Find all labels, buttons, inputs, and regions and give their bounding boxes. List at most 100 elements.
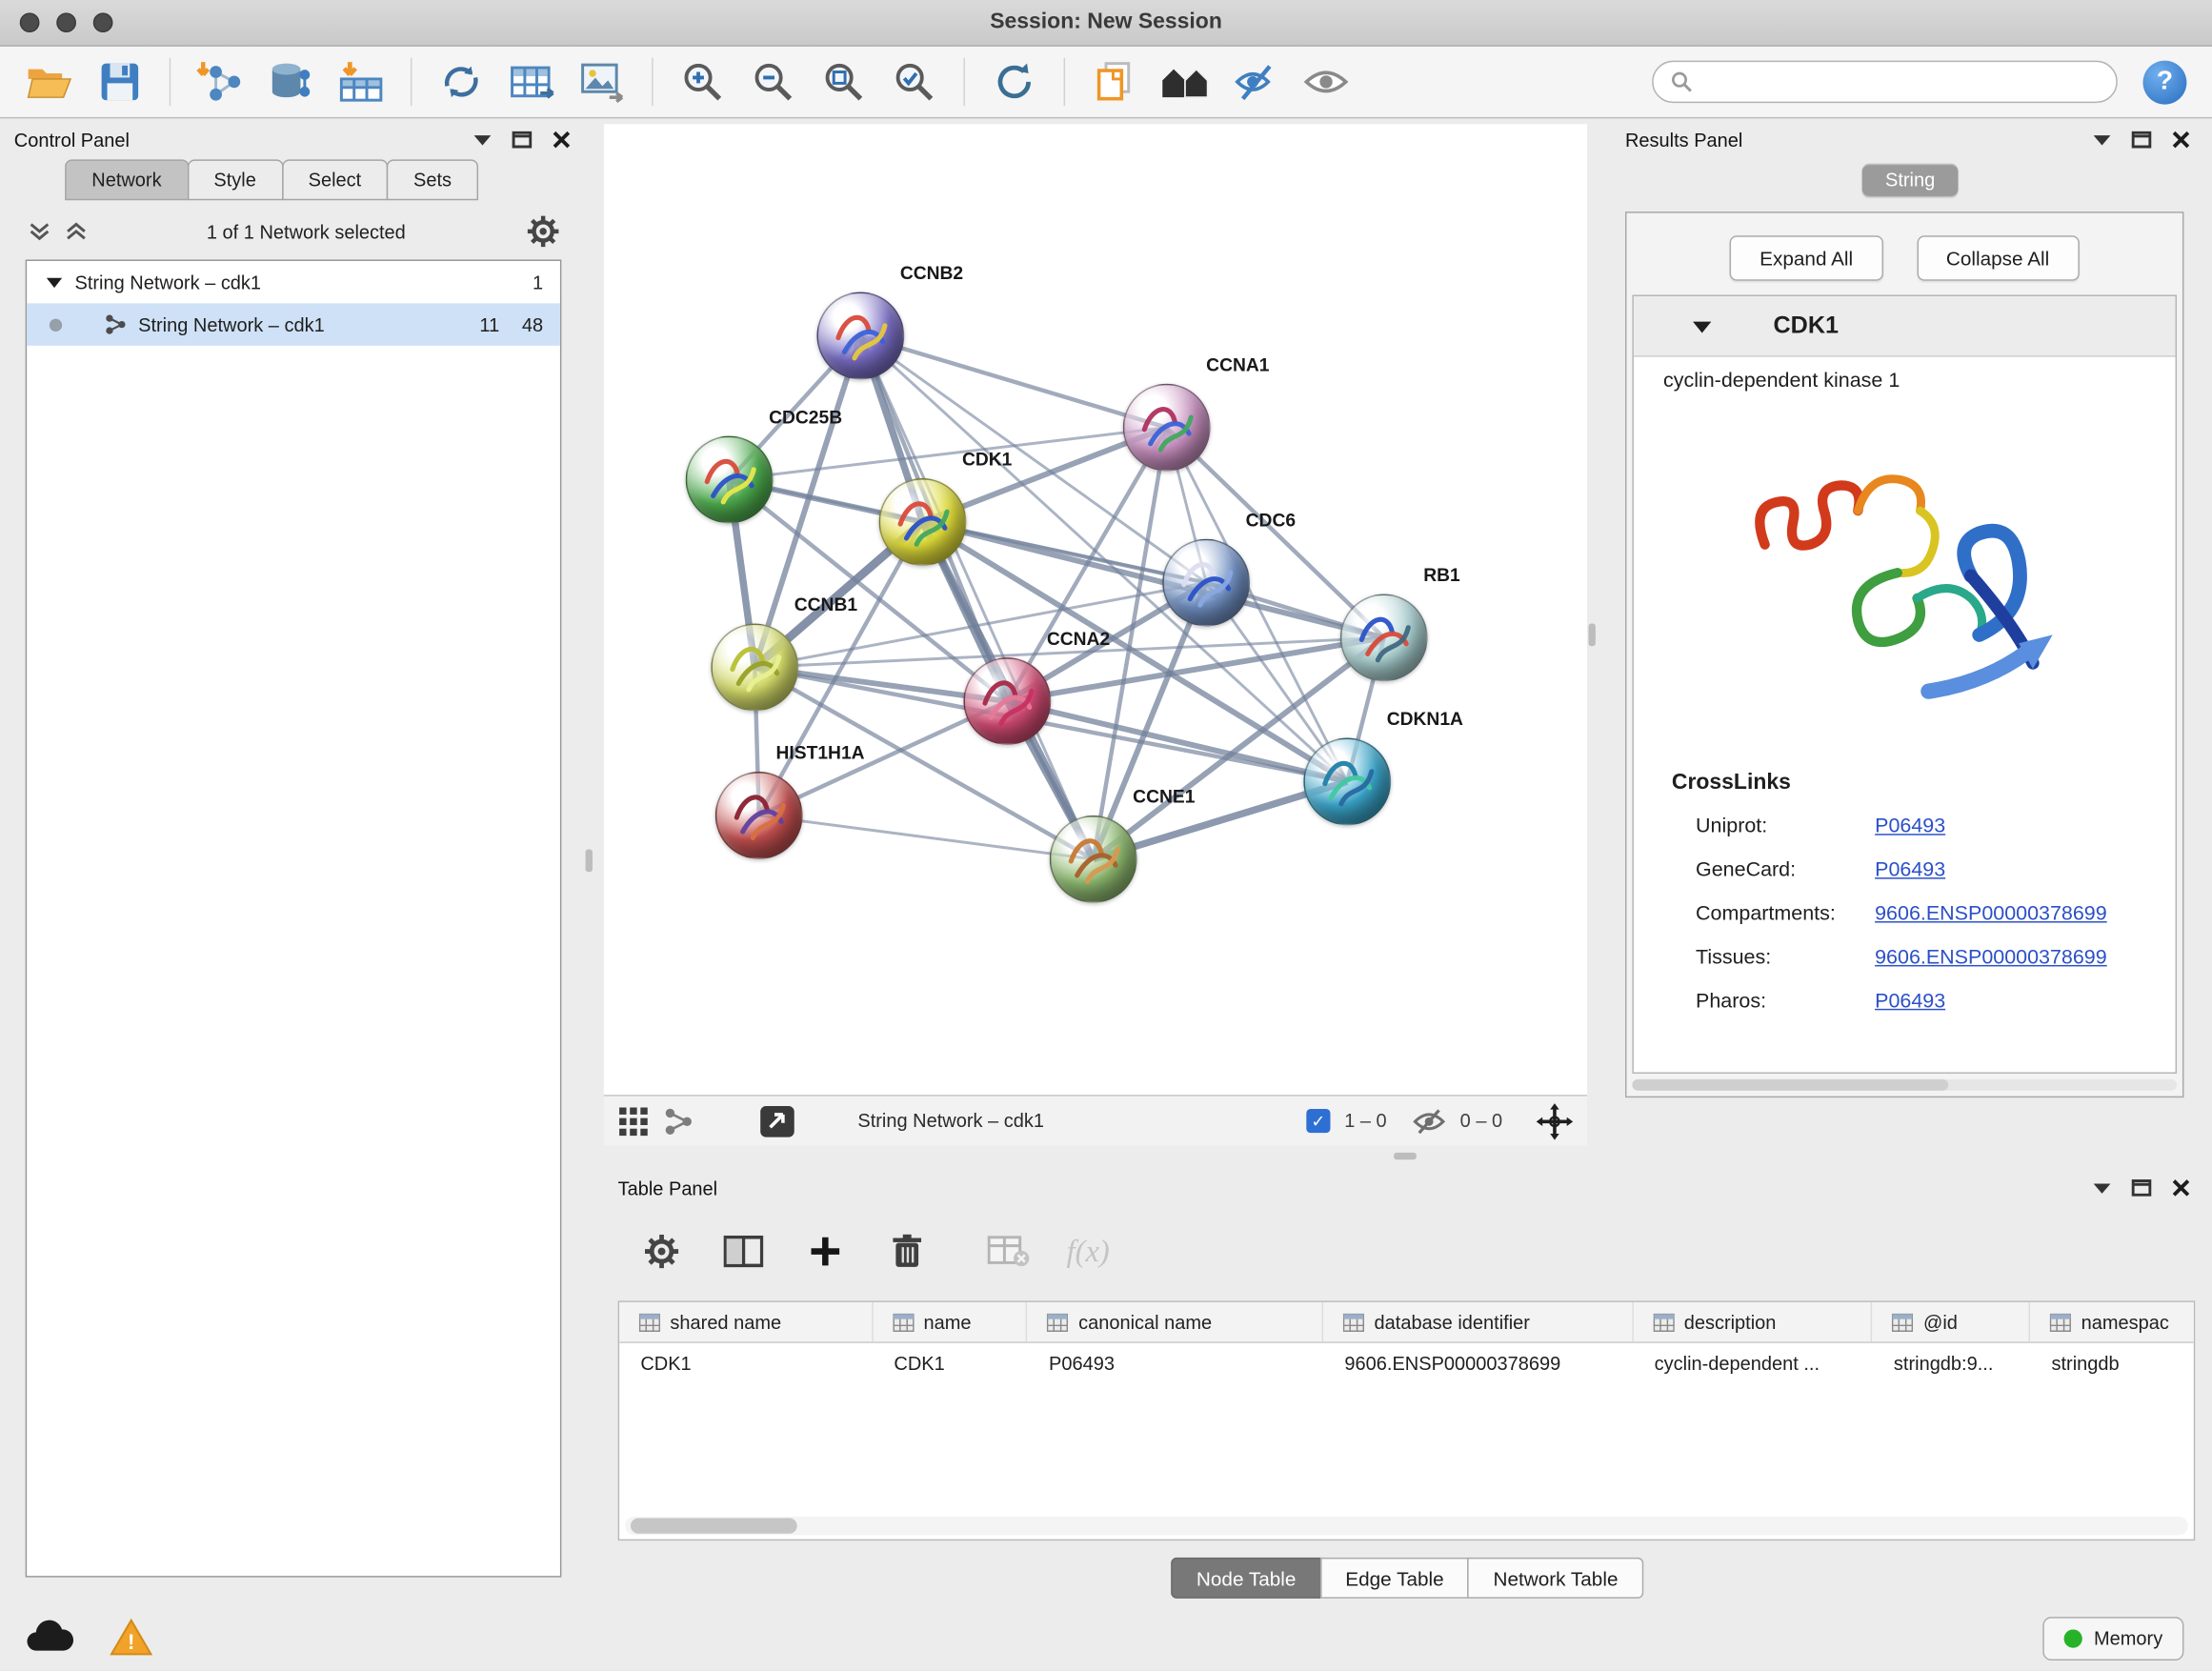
cell-database-identifier[interactable]: 9606.ENSP00000378699 <box>1323 1343 1633 1382</box>
warning-icon[interactable]: ! <box>111 1619 152 1663</box>
column-header-id[interactable]: @id <box>1873 1302 2031 1341</box>
export-image-icon[interactable] <box>570 52 634 111</box>
import-table-from-file-icon[interactable] <box>329 52 393 111</box>
column-header-database-identifier[interactable]: database identifier <box>1323 1302 1633 1341</box>
open-session-icon[interactable] <box>17 52 82 111</box>
birds-eye-view-icon[interactable] <box>618 1105 650 1137</box>
collapse-all-chevron-icon[interactable] <box>29 222 51 242</box>
panel-menu-caret-icon[interactable] <box>474 134 492 146</box>
new-table-icon[interactable] <box>499 52 564 111</box>
pharos-link[interactable]: P06493 <box>1875 990 1945 1013</box>
delete-column-trash-icon[interactable] <box>883 1227 931 1275</box>
import-network-from-database-icon[interactable] <box>258 52 323 111</box>
zoom-fit-icon[interactable] <box>812 52 876 111</box>
close-panel-icon[interactable] <box>2173 1179 2190 1197</box>
zoom-selected-icon[interactable] <box>882 52 947 111</box>
protein-entry-header[interactable]: CDK1 <box>1634 296 2176 357</box>
cell-description[interactable]: cyclin-dependent ... <box>1633 1343 1872 1382</box>
close-panel-icon[interactable] <box>553 131 571 149</box>
column-header-canonical-name[interactable]: canonical name <box>1028 1302 1323 1341</box>
cell-canonical-name[interactable]: P06493 <box>1028 1343 1323 1382</box>
network-row-selected[interactable]: String Network – cdk1 11 48 <box>27 303 560 345</box>
column-header-name[interactable]: name <box>873 1302 1028 1341</box>
collapse-all-button[interactable]: Collapse All <box>1917 235 2080 280</box>
tab-style[interactable]: Style <box>187 159 283 200</box>
import-network-from-file-icon[interactable] <box>188 52 252 111</box>
tab-node-table[interactable]: Node Table <box>1171 1558 1321 1599</box>
float-panel-icon[interactable] <box>513 131 533 149</box>
network-share-icon[interactable] <box>663 1105 694 1137</box>
tab-network[interactable]: Network <box>65 159 189 200</box>
clone-network-icon[interactable] <box>1082 52 1147 111</box>
panel-menu-caret-icon[interactable] <box>2094 1182 2111 1194</box>
collapse-entry-caret-icon[interactable] <box>1693 319 1711 332</box>
network-node-CDC6[interactable] <box>1162 539 1250 627</box>
network-node-RB1[interactable] <box>1340 594 1428 681</box>
create-column-plus-icon[interactable] <box>801 1227 849 1275</box>
minimize-window-icon[interactable] <box>56 12 76 32</box>
tab-network-table[interactable]: Network Table <box>1468 1558 1643 1599</box>
tab-select[interactable]: Select <box>281 159 388 200</box>
network-options-gear-icon[interactable] <box>525 213 562 251</box>
table-row[interactable]: CDK1 CDK1 P06493 9606.ENSP00000378699 cy… <box>619 1343 2194 1382</box>
tissues-link[interactable]: 9606.ENSP00000378699 <box>1875 946 2107 969</box>
network-node-CCNB1[interactable] <box>711 624 798 712</box>
network-node-CCNB2[interactable] <box>816 292 904 380</box>
vertical-splitter-grip[interactable] <box>586 850 593 873</box>
cloud-icon[interactable] <box>26 1617 73 1661</box>
expand-all-chevron-icon[interactable] <box>65 222 88 242</box>
close-panel-icon[interactable] <box>2173 131 2190 149</box>
help-icon[interactable]: ? <box>2142 60 2186 104</box>
compartments-link[interactable]: 9606.ENSP00000378699 <box>1875 902 2107 925</box>
column-type-icon <box>1892 1313 1913 1331</box>
table-options-gear-icon[interactable] <box>637 1227 685 1275</box>
hide-selected-icon[interactable] <box>1223 52 1288 111</box>
tab-sets[interactable]: Sets <box>387 159 478 200</box>
fit-content-crosshair-icon[interactable] <box>1537 1102 1574 1139</box>
network-node-HIST1H1A[interactable] <box>715 772 803 859</box>
new-network-icon[interactable] <box>429 52 493 111</box>
search-input[interactable] <box>1702 70 2099 93</box>
float-panel-icon[interactable] <box>2132 131 2152 149</box>
tab-string[interactable]: String <box>1862 164 1958 196</box>
cell-shared-name[interactable]: CDK1 <box>619 1343 873 1382</box>
show-all-icon[interactable] <box>1294 52 1358 111</box>
network-node-CDK1[interactable] <box>879 478 967 566</box>
cell-name[interactable]: CDK1 <box>873 1343 1028 1382</box>
float-panel-icon[interactable] <box>2132 1179 2152 1197</box>
column-header-description[interactable]: description <box>1633 1302 1872 1341</box>
network-node-CCNA1[interactable] <box>1123 384 1211 472</box>
table-horizontal-scrollbar[interactable] <box>625 1517 2188 1535</box>
selected-checkbox-icon[interactable]: ✓ <box>1306 1109 1330 1133</box>
network-node-CCNE1[interactable] <box>1050 815 1137 903</box>
cell-namespace[interactable]: stringdb <box>2030 1343 2193 1382</box>
cell-id[interactable]: stringdb:9... <box>1873 1343 2031 1382</box>
horizontal-splitter-grip[interactable] <box>1394 1153 1417 1159</box>
results-horizontal-scrollbar[interactable] <box>1632 1079 2177 1091</box>
network-node-CDKN1A[interactable] <box>1303 738 1391 826</box>
network-collection-row[interactable]: String Network – cdk1 1 <box>27 261 560 303</box>
show-column-icon[interactable] <box>719 1227 767 1275</box>
close-window-icon[interactable] <box>20 12 40 32</box>
refresh-view-icon[interactable] <box>982 52 1047 111</box>
zoom-window-icon[interactable] <box>93 12 113 32</box>
network-node-CCNA2[interactable] <box>963 657 1051 745</box>
network-canvas[interactable]: CCNB2CCNA1CDC25BCDK1CDC6RB1CCNB1CCNA2CDK… <box>604 124 1587 1095</box>
zoom-out-icon[interactable] <box>740 52 805 111</box>
column-header-shared-name[interactable]: shared name <box>619 1302 873 1341</box>
panel-menu-caret-icon[interactable] <box>2094 134 2111 146</box>
open-in-new-window-icon[interactable] <box>759 1104 796 1138</box>
network-node-CDC25B[interactable] <box>686 436 774 524</box>
column-header-namespace[interactable]: namespac <box>2030 1302 2193 1341</box>
tab-edge-table[interactable]: Edge Table <box>1320 1558 1470 1599</box>
zoom-in-icon[interactable] <box>670 52 734 111</box>
genecard-link[interactable]: P06493 <box>1875 858 1945 881</box>
vertical-splitter-grip[interactable] <box>1588 624 1595 647</box>
uniprot-link[interactable]: P06493 <box>1875 815 1945 837</box>
neighbors-icon[interactable] <box>1153 52 1217 111</box>
tree-expand-caret-icon[interactable] <box>47 276 62 288</box>
memory-button[interactable]: Memory <box>2043 1617 2184 1661</box>
save-session-icon[interactable] <box>88 52 152 111</box>
expand-all-button[interactable]: Expand All <box>1730 235 1882 280</box>
hidden-eye-slash-icon[interactable] <box>1412 1108 1446 1134</box>
